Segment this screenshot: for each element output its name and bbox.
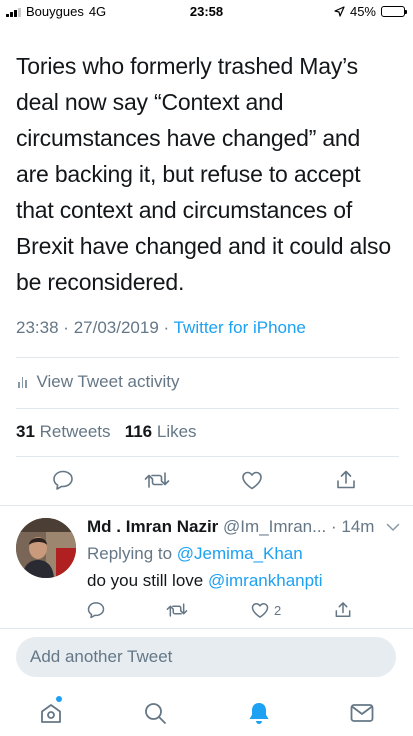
- messages-icon: [350, 704, 374, 722]
- reply-text-body: do you still love: [87, 571, 204, 590]
- retweet-icon: [144, 472, 170, 488]
- likes-count: 116: [124, 422, 153, 441]
- reply-like-count: 2: [274, 602, 282, 618]
- battery-icon: [381, 6, 407, 17]
- avatar-photo: [16, 518, 76, 578]
- search-icon: [145, 703, 166, 724]
- reply-text-mention[interactable]: @imrankhanpti: [208, 571, 323, 590]
- reply-actions: 2: [0, 600, 413, 630]
- reply-header: Md . Imran Nazir @Im_Imran... · 14m: [87, 517, 374, 537]
- likes-stat[interactable]: 116 Likes: [125, 422, 197, 441]
- reply-text: do you still love @imrankhanpti: [87, 571, 323, 591]
- divider: [0, 505, 413, 506]
- tweet-date: 27/03/2019: [73, 318, 159, 337]
- reply-like-button[interactable]: 2: [250, 600, 281, 620]
- notifications-icon: [249, 703, 269, 724]
- retweet-button[interactable]: [144, 468, 170, 492]
- meta-separator: ·: [163, 318, 170, 337]
- share-button[interactable]: [334, 468, 358, 492]
- replying-to-mention[interactable]: @Jemima_Khan: [177, 544, 303, 563]
- replying-prefix: Replying to: [87, 544, 173, 563]
- divider: [0, 628, 413, 629]
- reply-author-name[interactable]: Md . Imran Nazir: [87, 517, 218, 536]
- divider: [16, 408, 399, 409]
- reply-button[interactable]: [51, 468, 75, 492]
- likes-label: Likes: [156, 422, 197, 441]
- home-icon: [41, 704, 61, 723]
- reply-author-handle[interactable]: @Im_Imran...: [223, 517, 326, 536]
- divider: [16, 456, 399, 457]
- reply-retweet-button[interactable]: [166, 600, 188, 620]
- tweet-source-link[interactable]: Twitter for iPhone: [174, 318, 306, 337]
- analytics-icon: [18, 376, 27, 388]
- home-notification-dot: [56, 696, 62, 702]
- retweets-count: 31: [16, 422, 35, 441]
- battery-percent: 45%: [349, 4, 376, 19]
- tweet-meta: 23:38 · 27/03/2019 · Twitter for iPhone: [16, 318, 306, 338]
- activity-label: View Tweet activity: [36, 372, 180, 391]
- chevron-down-icon[interactable]: [386, 522, 400, 532]
- retweet-icon: [166, 603, 188, 617]
- meta-separator: ·: [63, 318, 69, 337]
- share-icon: [335, 602, 351, 617]
- tab-search[interactable]: [140, 698, 170, 728]
- tweet-text: Tories who formerly trashed May’s deal n…: [16, 53, 391, 295]
- like-icon: [251, 603, 269, 618]
- reply-share-button[interactable]: [333, 600, 353, 620]
- status-right: 45%: [334, 4, 407, 19]
- tab-home[interactable]: [36, 696, 66, 728]
- status-bar: Bouygues 4G 23:58 45%: [0, 0, 413, 22]
- tweet-actions: [0, 468, 413, 498]
- reply-time: · 14m: [331, 517, 375, 536]
- like-icon: [242, 471, 262, 490]
- share-icon: [337, 470, 355, 489]
- like-button[interactable]: [240, 468, 264, 492]
- reply-icon: [53, 470, 73, 490]
- tab-bar: [0, 690, 413, 736]
- retweets-label: Retweets: [39, 422, 111, 441]
- reply-icon: [87, 602, 105, 619]
- reply-reply-button[interactable]: [86, 600, 106, 620]
- tab-messages[interactable]: [347, 698, 377, 728]
- retweets-stat[interactable]: 31 Retweets: [16, 422, 111, 441]
- tweet-time: 23:38: [16, 318, 59, 337]
- replying-to: Replying to @Jemima_Khan: [87, 544, 303, 564]
- location-icon: [334, 6, 345, 17]
- avatar[interactable]: [16, 518, 76, 578]
- view-tweet-activity-button[interactable]: View Tweet activity: [18, 372, 180, 392]
- tweet-stats: 31 Retweets 116 Likes: [16, 422, 197, 442]
- add-another-tweet-input[interactable]: Add another Tweet: [16, 637, 396, 677]
- tab-notifications[interactable]: [244, 698, 274, 728]
- divider: [16, 357, 399, 358]
